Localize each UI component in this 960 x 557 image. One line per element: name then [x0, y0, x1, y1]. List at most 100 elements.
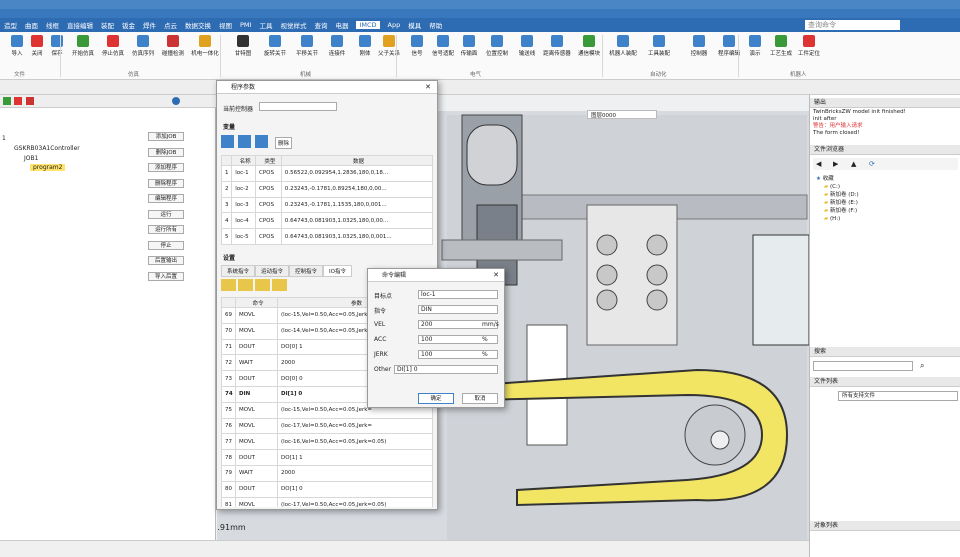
menu-item[interactable]: 线框: [46, 20, 59, 30]
close-icon[interactable]: ✕: [493, 271, 499, 279]
folder-item[interactable]: ★ 收藏: [816, 175, 859, 183]
ribbon-button[interactable]: 仿真序列: [128, 35, 158, 57]
tree-job[interactable]: JOB1: [24, 155, 38, 162]
menu-item[interactable]: 电器: [335, 20, 348, 30]
menu-item[interactable]: 点云: [164, 20, 177, 30]
close-icon[interactable]: ✕: [425, 83, 431, 91]
controller-select[interactable]: [259, 102, 337, 111]
io-tool-icon[interactable]: [272, 279, 287, 291]
ribbon-button[interactable]: 通信模块: [574, 35, 604, 57]
left-action-button[interactable]: 停止: [148, 240, 184, 250]
menu-item[interactable]: PMI: [240, 21, 251, 29]
left-action-button[interactable]: 编辑程序: [148, 194, 184, 203]
file-search-input[interactable]: [813, 361, 913, 371]
io-tool-icon[interactable]: [238, 279, 253, 291]
folder-item[interactable]: ▰ 新加卷 (E:): [816, 199, 859, 207]
left-action-button[interactable]: 删除JOB: [148, 147, 184, 157]
tree-controller[interactable]: GSKRB03A1Controller: [14, 145, 80, 152]
tab[interactable]: 系统指令: [221, 265, 256, 277]
ribbon-button[interactable]: 碰撞检测: [158, 35, 188, 57]
table-row[interactable]: 79 WAIT 2000: [221, 464, 433, 482]
edit-var-icon[interactable]: [238, 135, 251, 148]
ribbon-button[interactable]: 传输面: [454, 35, 484, 57]
menu-item[interactable]: 数据交换: [185, 20, 211, 30]
tab[interactable]: 运动指令: [255, 265, 290, 277]
left-action-button[interactable]: 添加JOB: [148, 132, 184, 141]
io-tool-icon[interactable]: [221, 279, 236, 291]
menu-item[interactable]: 曲面: [25, 20, 38, 30]
view-layer-field[interactable]: 图层0000: [587, 110, 657, 119]
left-action-button[interactable]: 添加程序: [148, 163, 184, 172]
menu-item[interactable]: 视觉样式: [280, 20, 306, 30]
ribbon-button[interactable]: 控制器: [684, 35, 714, 57]
ribbon-button[interactable]: 平移关节: [292, 35, 322, 57]
menu-item[interactable]: 焊件: [143, 20, 156, 30]
refresh-icon[interactable]: ⟳: [869, 160, 875, 168]
copy-var-icon[interactable]: [255, 135, 268, 148]
menu-item[interactable]: 装配: [101, 20, 114, 30]
ribbon-button[interactable]: 停止仿真: [98, 35, 128, 57]
left-action-button[interactable]: 运行: [148, 209, 184, 219]
table-row[interactable]: 2 loc-2 CPOS 0.23243,-0.1781,0.89254,180,0,…: [221, 180, 433, 198]
table-row[interactable]: 5 loc-5 CPOS 0.64743,0.081903,1.0325,180,0,…: [221, 228, 433, 245]
check-icon[interactable]: [3, 97, 11, 105]
menu-item[interactable]: 视图: [219, 20, 232, 30]
left-action-button[interactable]: 后置输出: [148, 256, 184, 265]
close-icon[interactable]: [14, 97, 22, 105]
table-row[interactable]: 3 loc-3 CPOS 0.23243,-0.1781,1.1535,180,0,0…: [221, 196, 433, 214]
ribbon-button[interactable]: 旋转关节: [260, 35, 290, 57]
form-field[interactable]: DI[1] 0: [394, 365, 498, 374]
menu-item[interactable]: App: [388, 21, 401, 29]
table-row[interactable]: 1 loc-1 CPOS 0.56522,0.092954,1.2836,180,0,…: [221, 165, 433, 182]
table-row[interactable]: 78 DOUT DO[1] 1: [221, 449, 433, 466]
left-action-button[interactable]: 删除程序: [148, 178, 184, 188]
menu-item[interactable]: 钣金: [122, 20, 135, 30]
folder-item[interactable]: ▰ 新加卷 (F:): [816, 207, 859, 215]
ribbon-button[interactable]: 连接件: [322, 35, 352, 57]
menu-item[interactable]: 模具: [408, 20, 421, 30]
table-row[interactable]: 81 MOVL (loc-17,Vel=0.50,Acc=0.05,Jerk=0.0…: [221, 496, 433, 507]
tree-program[interactable]: program2: [30, 164, 66, 171]
ribbon-button[interactable]: 输送线: [512, 35, 542, 57]
ribbon-button[interactable]: 位置控制: [482, 35, 512, 57]
menu-item[interactable]: IMCD: [356, 21, 380, 29]
folder-item[interactable]: ▰ 新加卷 (D:): [816, 191, 859, 199]
left-action-button[interactable]: 导入后置: [148, 271, 184, 281]
folder-item[interactable]: ▰ (H:): [816, 215, 859, 223]
ribbon-button[interactable]: 工件定位: [794, 35, 824, 57]
ribbon-button[interactable]: 机电一体化: [190, 35, 220, 57]
form-field[interactable]: loc-1: [418, 290, 498, 299]
cancel-button[interactable]: 取消: [462, 393, 498, 404]
variables-section[interactable]: 变量: [223, 122, 235, 131]
form-field[interactable]: DIN: [418, 305, 498, 314]
ribbon-button[interactable]: 父子关系: [374, 35, 404, 57]
forward-icon[interactable]: ▶: [833, 160, 838, 168]
menu-item[interactable]: 直接编辑: [67, 20, 93, 30]
add-var-icon[interactable]: [221, 135, 234, 148]
left-action-button[interactable]: 运行所有: [148, 225, 184, 234]
ribbon-button[interactable]: 甘特图: [228, 35, 258, 57]
ribbon-button[interactable]: 工具装配: [644, 35, 674, 57]
file-filter-select[interactable]: 所有支持文件: [838, 391, 958, 401]
ribbon-button[interactable]: 开始仿真: [68, 35, 98, 57]
folder-item[interactable]: ▰ (C:): [816, 183, 859, 191]
ribbon-button[interactable]: 距离传感器: [542, 35, 572, 57]
table-row[interactable]: 4 loc-4 CPOS 0.64743,0.081903,1.0325,180,0,…: [221, 212, 433, 230]
delete-icon[interactable]: [26, 97, 34, 105]
up-icon[interactable]: ▲: [851, 160, 856, 168]
tab[interactable]: IO指令: [323, 265, 352, 277]
info-icon[interactable]: [172, 97, 180, 105]
command-search[interactable]: 查询命令: [805, 20, 900, 30]
menu-item[interactable]: 造型: [4, 20, 17, 30]
tree-root[interactable]: 1: [2, 135, 6, 142]
search-icon[interactable]: ⌕: [920, 361, 924, 371]
settings-section[interactable]: 设置: [223, 253, 235, 262]
menu-item[interactable]: 查询: [314, 20, 327, 30]
tab[interactable]: 控制指令: [289, 265, 324, 277]
ok-button[interactable]: 确定: [418, 393, 454, 404]
ribbon-button[interactable]: 机器人装配: [608, 35, 638, 57]
table-row[interactable]: 77 MOVL (loc-16,Vel=0.50,Acc=0.05,Jerk=0.0…: [221, 433, 433, 451]
menu-item[interactable]: 工具: [259, 20, 272, 30]
io-tool-icon[interactable]: [255, 279, 270, 291]
menu-item[interactable]: 帮助: [429, 20, 442, 30]
